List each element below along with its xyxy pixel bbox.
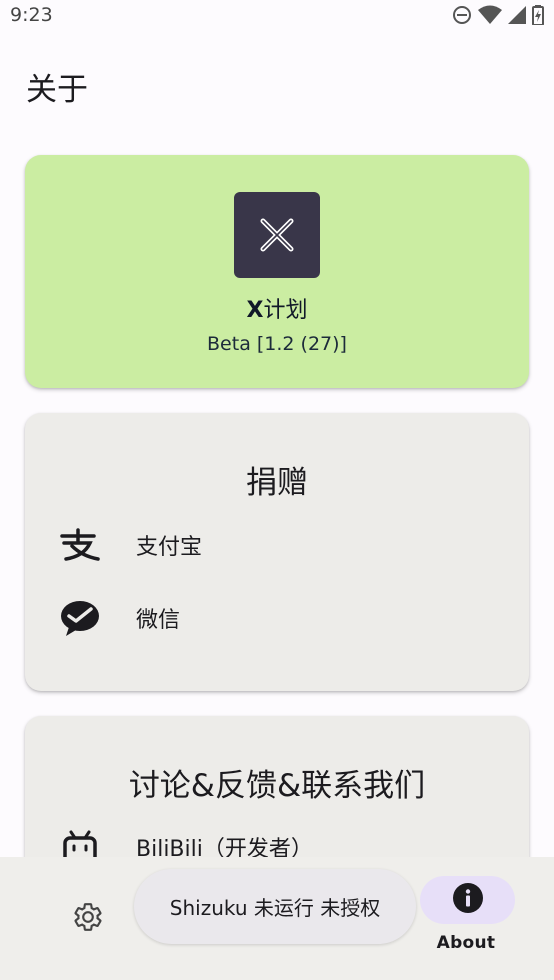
status-time: 9:23 <box>10 4 53 26</box>
app-info-card: X计划 Beta [1.2 (27)] <box>25 155 529 388</box>
status-icons <box>452 5 544 25</box>
battery-charging-icon <box>532 5 544 25</box>
wechat-icon <box>60 598 100 638</box>
page-title: 关于 <box>26 72 88 108</box>
signal-icon <box>508 5 526 25</box>
info-icon <box>452 882 484 918</box>
app-name: X计划 <box>247 292 308 324</box>
donate-item-alipay[interactable]: 支付宝 <box>25 517 529 573</box>
donate-item-wechat[interactable]: 微信 <box>25 590 529 646</box>
nav-about-button[interactable] <box>420 876 515 924</box>
status-bar: 9:23 <box>0 0 554 30</box>
nav-settings-button[interactable] <box>68 899 108 939</box>
contact-heading: 讨论&反馈&联系我们 <box>128 768 426 804</box>
app-name-prefix: X <box>246 298 264 323</box>
nav-about-label[interactable]: About <box>420 933 512 953</box>
alipay-icon <box>60 525 100 565</box>
donate-item-label: 微信 <box>136 608 181 633</box>
bottom-navigation: Shizuku 未运行 未授权 About <box>0 857 554 980</box>
donate-card: 捐赠 支付宝 微信 <box>25 413 529 691</box>
donate-heading: 捐赠 <box>246 465 308 501</box>
x-logo-icon <box>234 192 320 278</box>
app-version: Beta [1.2 (27)] <box>207 333 347 355</box>
wifi-icon <box>478 5 502 25</box>
do-not-disturb-icon <box>452 5 472 25</box>
gear-icon <box>72 901 104 937</box>
status-toast: Shizuku 未运行 未授权 <box>134 869 416 944</box>
donate-item-label: 支付宝 <box>136 535 203 560</box>
app-name-suffix: 计划 <box>263 298 308 323</box>
